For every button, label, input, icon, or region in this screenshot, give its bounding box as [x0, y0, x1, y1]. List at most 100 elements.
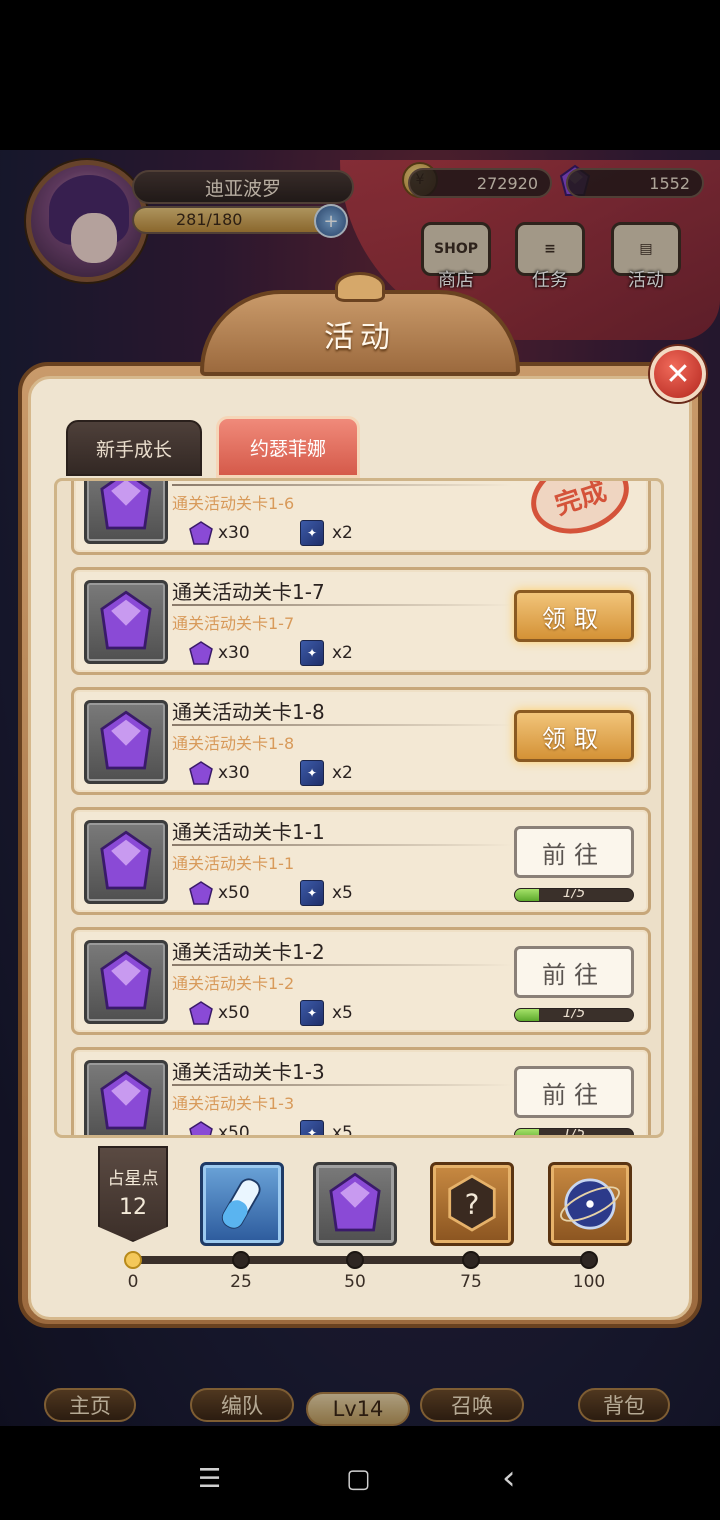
- reward-gems-count: x50: [218, 1003, 250, 1023]
- task-row: 通关活动关卡1-7 通关活动关卡1-7 x30 ✦ x2 领取: [71, 567, 651, 675]
- task-row: 通关活动关卡1-8 通关活动关卡1-8 x30 ✦ x2 领取: [71, 687, 651, 795]
- task-divider: [172, 1084, 512, 1086]
- crystal-icon: [84, 481, 168, 544]
- milestone-reward-100[interactable]: [548, 1162, 632, 1246]
- milestone-label: 100: [572, 1272, 606, 1292]
- reward-gems-count: x50: [218, 1123, 250, 1138]
- task-row: 通关活动关卡1-3 通关活动关卡1-3 x50 ✦ x5 前往 1/5: [71, 1047, 651, 1138]
- reward-gems-count: x30: [218, 763, 250, 783]
- claim-button[interactable]: 领取: [514, 590, 634, 642]
- card-icon: ✦: [300, 520, 324, 546]
- milestone-dot-50: [346, 1251, 364, 1269]
- task-divider: [172, 964, 512, 966]
- reward-cards-count: x5: [332, 1123, 353, 1138]
- reward-cards: ✦ x2: [300, 518, 390, 548]
- milestone-dot-75: [462, 1251, 480, 1269]
- task-subtitle: 通关活动关卡1-2: [172, 974, 295, 993]
- milestone-reward-50[interactable]: [313, 1162, 397, 1246]
- task-divider: [172, 604, 512, 606]
- reward-cards-count: x2: [332, 643, 353, 663]
- card-icon: ✦: [300, 640, 324, 666]
- milestone-label: 75: [460, 1272, 482, 1292]
- progress-text: 1/5: [562, 888, 586, 901]
- card-icon: ✦: [300, 1120, 324, 1135]
- task-list[interactable]: 通关活动关卡1-6 x30 ✦ x2 完成 通关活动关卡1-7 通关活动关卡1-…: [54, 478, 664, 1138]
- milestone-dot-100: [580, 1251, 598, 1269]
- crystal-icon: [329, 1172, 381, 1232]
- milestone-label: 50: [344, 1272, 366, 1292]
- task-subtitle: 通关活动关卡1-6: [172, 494, 295, 513]
- crystal-icon: [84, 940, 168, 1024]
- panel-title: 活动: [324, 320, 396, 355]
- milestone-dot-25: [232, 1251, 250, 1269]
- reward-cards-count: x5: [332, 883, 353, 903]
- reward-gems: x30: [188, 518, 278, 548]
- milestone-label: 25: [230, 1272, 252, 1292]
- task-row: 通关活动关卡1-6 x30 ✦ x2 完成: [71, 481, 651, 555]
- mystery-box-icon: ?: [448, 1174, 496, 1232]
- go-button[interactable]: 前往: [514, 1066, 634, 1118]
- reward-cards: ✦ x5: [300, 998, 390, 1028]
- task-title: 通关活动关卡1-2: [172, 940, 325, 964]
- task-progress-bar: 1/5: [514, 1128, 634, 1138]
- reward-gems: x50: [188, 998, 278, 1028]
- task-progress-bar: 1/5: [514, 888, 634, 902]
- game-screen: 迪亚波罗 281/180 + ¥ 272920 1552 SHOP 商店 ≡ 任…: [0, 0, 720, 1520]
- astrolabe-icon: [560, 1178, 620, 1230]
- task-progress-bar: 1/5: [514, 1008, 634, 1022]
- progress-text: 1/5: [562, 1008, 586, 1021]
- reward-cards-count: x2: [332, 763, 353, 783]
- task-row: 通关活动关卡1-2 通关活动关卡1-2 x50 ✦ x5 前往 1/5: [71, 927, 651, 1035]
- crystal-icon: [84, 700, 168, 784]
- milestone-dot-0: [124, 1251, 142, 1269]
- task-title: 通关活动关卡1-8: [172, 700, 325, 724]
- task-row: 通关活动关卡1-1 通关活动关卡1-1 x50 ✦ x5 前往 1/5: [71, 807, 651, 915]
- reward-gems: x50: [188, 878, 278, 908]
- reward-gems: x30: [188, 758, 278, 788]
- milestone-reward-25[interactable]: [200, 1162, 284, 1246]
- milestone-label: 0: [127, 1272, 139, 1292]
- task-subtitle: 通关活动关卡1-8: [172, 734, 295, 753]
- home-icon[interactable]: ▢: [346, 1464, 371, 1494]
- menu-icon[interactable]: ☰: [198, 1464, 221, 1494]
- close-button[interactable]: ✕: [650, 346, 706, 402]
- go-button[interactable]: 前往: [514, 946, 634, 998]
- back-icon[interactable]: ‹: [502, 1458, 516, 1498]
- star-points-tag: 占星点 12: [98, 1146, 168, 1242]
- tab-josephina[interactable]: 约瑟菲娜: [216, 416, 360, 478]
- card-icon: ✦: [300, 760, 324, 786]
- go-button[interactable]: 前往: [514, 826, 634, 878]
- reward-gems-count: x30: [218, 523, 250, 543]
- ornament-icon: [335, 272, 385, 302]
- reward-cards-count: x2: [332, 523, 353, 543]
- svg-text:?: ?: [465, 1187, 480, 1220]
- task-subtitle: 通关活动关卡1-7: [172, 614, 295, 633]
- crystal-icon: [84, 1060, 168, 1135]
- reward-cards: ✦ x2: [300, 758, 390, 788]
- task-title: 通关活动关卡1-1: [172, 820, 325, 844]
- reward-cards: ✦ x5: [300, 1118, 390, 1138]
- claim-button[interactable]: 领取: [514, 710, 634, 762]
- card-icon: ✦: [300, 880, 324, 906]
- milestone-reward-75[interactable]: ?: [430, 1162, 514, 1246]
- star-points-value: 12: [119, 1195, 147, 1220]
- card-icon: ✦: [300, 1000, 324, 1026]
- task-divider: [172, 484, 512, 486]
- potion-icon: [221, 1178, 261, 1229]
- task-subtitle: 通关活动关卡1-1: [172, 854, 295, 873]
- task-divider: [172, 724, 512, 726]
- progress-text: 1/5: [562, 1128, 586, 1138]
- reward-gems: x30: [188, 638, 278, 668]
- reward-gems: x50: [188, 1118, 278, 1138]
- star-points-label: 占星点: [107, 1169, 159, 1189]
- task-divider: [172, 844, 512, 846]
- crystal-icon: [84, 580, 168, 664]
- system-nav-bar: ☰ ▢ ‹: [0, 1426, 720, 1520]
- completed-stamp: 完成: [521, 481, 639, 546]
- task-title: 通关活动关卡1-7: [172, 580, 325, 604]
- reward-gems-count: x30: [218, 643, 250, 663]
- task-title: 通关活动关卡1-3: [172, 1060, 325, 1084]
- tab-novice-growth[interactable]: 新手成长: [66, 420, 202, 476]
- reward-cards: ✦ x5: [300, 878, 390, 908]
- reward-cards: ✦ x2: [300, 638, 390, 668]
